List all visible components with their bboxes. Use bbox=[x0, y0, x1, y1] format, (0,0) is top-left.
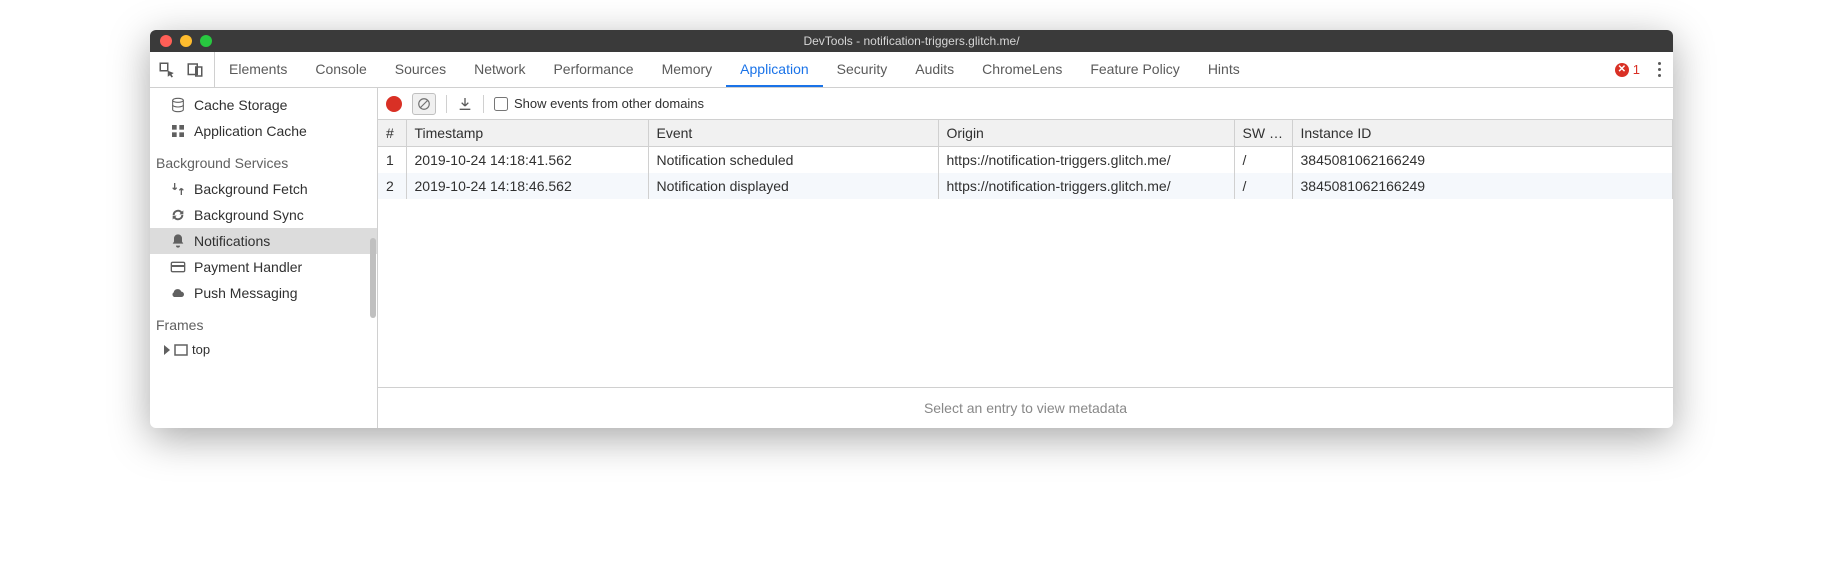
sidebar-item-application-cache[interactable]: Application Cache bbox=[150, 118, 377, 144]
card-icon bbox=[170, 259, 186, 275]
sidebar-item-label: Application Cache bbox=[194, 123, 307, 139]
download-icon bbox=[457, 96, 473, 112]
sidebar-item-label: Push Messaging bbox=[194, 285, 298, 301]
cell-origin: https://notification-triggers.glitch.me/ bbox=[938, 147, 1234, 174]
cell-num: 2 bbox=[378, 173, 406, 199]
frame-icon bbox=[174, 344, 188, 356]
cell-instance: 3845081062166249 bbox=[1292, 173, 1673, 199]
window-title: DevTools - notification-triggers.glitch.… bbox=[803, 34, 1019, 48]
error-count: 1 bbox=[1633, 62, 1640, 77]
sidebar-item-background-fetch[interactable]: Background Fetch bbox=[150, 176, 377, 202]
events-table: # Timestamp Event Origin SW … Instance I… bbox=[378, 120, 1673, 199]
sidebar-item-payment-handler[interactable]: Payment Handler bbox=[150, 254, 377, 280]
table-row[interactable]: 22019-10-24 14:18:46.562Notification dis… bbox=[378, 173, 1673, 199]
application-sidebar: Cache Storage Application Cache Backgroun… bbox=[150, 88, 378, 428]
tab-elements[interactable]: Elements bbox=[215, 52, 301, 87]
panel-body: Cache Storage Application Cache Backgroun… bbox=[150, 88, 1673, 428]
tab-performance[interactable]: Performance bbox=[539, 52, 647, 87]
cell-sw: / bbox=[1234, 147, 1292, 174]
tab-network[interactable]: Network bbox=[460, 52, 539, 87]
sidebar-item-frames-top[interactable]: top bbox=[150, 338, 377, 361]
db-icon bbox=[170, 97, 186, 113]
cell-instance: 3845081062166249 bbox=[1292, 147, 1673, 174]
sidebar-item-label: Notifications bbox=[194, 233, 270, 249]
bell-icon bbox=[170, 233, 186, 249]
cell-timestamp: 2019-10-24 14:18:41.562 bbox=[406, 147, 648, 174]
show-other-domains-checkbox[interactable]: Show events from other domains bbox=[494, 96, 704, 111]
notifications-panel: Show events from other domains # Timesta… bbox=[378, 88, 1673, 428]
main-tab-bar: ElementsConsoleSourcesNetworkPerformance… bbox=[150, 52, 1673, 88]
grid-icon bbox=[170, 123, 186, 139]
cell-event: Notification scheduled bbox=[648, 147, 938, 174]
tab-audits[interactable]: Audits bbox=[901, 52, 968, 87]
minimize-window-button[interactable] bbox=[180, 35, 192, 47]
tab-sources[interactable]: Sources bbox=[381, 52, 460, 87]
error-icon: ✕ bbox=[1615, 63, 1629, 77]
events-table-wrap: # Timestamp Event Origin SW … Instance I… bbox=[378, 120, 1673, 388]
sidebar-item-label: Cache Storage bbox=[194, 97, 287, 113]
devtools-window: DevTools - notification-triggers.glitch.… bbox=[150, 30, 1673, 428]
toolbar-separator bbox=[483, 95, 484, 113]
notifications-toolbar: Show events from other domains bbox=[378, 88, 1673, 120]
maximize-window-button[interactable] bbox=[200, 35, 212, 47]
sidebar-item-label: Payment Handler bbox=[194, 259, 302, 275]
sidebar-item-cache-storage[interactable]: Cache Storage bbox=[150, 92, 377, 118]
clear-button[interactable] bbox=[412, 93, 436, 115]
frames-top-label: top bbox=[192, 342, 210, 357]
expand-triangle-icon bbox=[164, 345, 170, 355]
tab-hints[interactable]: Hints bbox=[1194, 52, 1254, 87]
traffic-lights bbox=[150, 35, 212, 47]
col-header-event[interactable]: Event bbox=[648, 120, 938, 147]
error-count-badge[interactable]: ✕ 1 bbox=[1615, 62, 1640, 77]
settings-menu-button[interactable] bbox=[1654, 58, 1665, 81]
device-toolbar-icon[interactable] bbox=[186, 61, 204, 79]
cloud-icon bbox=[170, 285, 186, 301]
show-other-domains-input[interactable] bbox=[494, 97, 508, 111]
titlebar: DevTools - notification-triggers.glitch.… bbox=[150, 30, 1673, 52]
cell-num: 1 bbox=[378, 147, 406, 174]
tab-security[interactable]: Security bbox=[823, 52, 902, 87]
tab-application[interactable]: Application bbox=[726, 52, 823, 87]
table-header-row: # Timestamp Event Origin SW … Instance I… bbox=[378, 120, 1673, 147]
cell-origin: https://notification-triggers.glitch.me/ bbox=[938, 173, 1234, 199]
cell-timestamp: 2019-10-24 14:18:46.562 bbox=[406, 173, 648, 199]
cell-event: Notification displayed bbox=[648, 173, 938, 199]
cell-sw: / bbox=[1234, 173, 1292, 199]
sync-icon bbox=[170, 207, 186, 223]
tab-console[interactable]: Console bbox=[301, 52, 380, 87]
save-button[interactable] bbox=[457, 96, 473, 112]
tab-memory[interactable]: Memory bbox=[648, 52, 727, 87]
col-header-sw[interactable]: SW … bbox=[1234, 120, 1292, 147]
table-row[interactable]: 12019-10-24 14:18:41.562Notification sch… bbox=[378, 147, 1673, 174]
col-header-instance[interactable]: Instance ID bbox=[1292, 120, 1673, 147]
col-header-num[interactable]: # bbox=[378, 120, 406, 147]
inspect-element-icon[interactable] bbox=[158, 61, 176, 79]
sidebar-item-label: Background Fetch bbox=[194, 181, 308, 197]
show-other-domains-label: Show events from other domains bbox=[514, 96, 704, 111]
tab-feature-policy[interactable]: Feature Policy bbox=[1076, 52, 1193, 87]
detail-placeholder: Select an entry to view metadata bbox=[378, 388, 1673, 428]
toolbar-separator bbox=[446, 95, 447, 113]
fetch-icon bbox=[170, 181, 186, 197]
sidebar-heading-background-services: Background Services bbox=[150, 150, 377, 176]
col-header-timestamp[interactable]: Timestamp bbox=[406, 120, 648, 147]
sidebar-item-background-sync[interactable]: Background Sync bbox=[150, 202, 377, 228]
sidebar-item-push-messaging[interactable]: Push Messaging bbox=[150, 280, 377, 306]
sidebar-scrollbar[interactable] bbox=[370, 238, 376, 318]
sidebar-heading-frames: Frames bbox=[150, 312, 377, 338]
clear-icon bbox=[417, 97, 431, 111]
col-header-origin[interactable]: Origin bbox=[938, 120, 1234, 147]
sidebar-item-label: Background Sync bbox=[194, 207, 304, 223]
sidebar-item-notifications[interactable]: Notifications bbox=[150, 228, 377, 254]
tab-chromelens[interactable]: ChromeLens bbox=[968, 52, 1076, 87]
close-window-button[interactable] bbox=[160, 35, 172, 47]
record-button[interactable] bbox=[386, 96, 402, 112]
